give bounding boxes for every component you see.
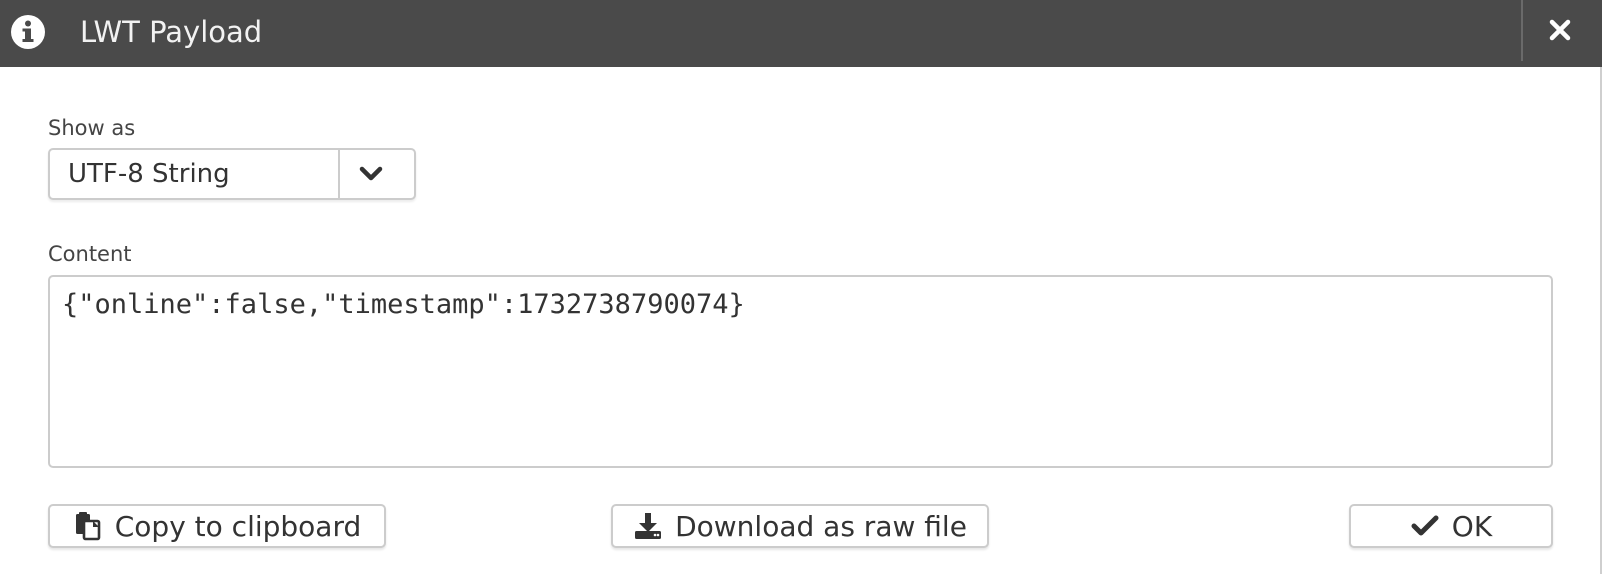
dialog-titlebar: LWT Payload (0, 0, 1602, 67)
close-icon (1549, 19, 1571, 46)
info-icon (10, 14, 46, 50)
content-textarea[interactable]: {"online":false,"timestamp":173273879007… (48, 275, 1553, 468)
download-raw-file-button[interactable]: Download as raw file (611, 504, 989, 548)
close-button[interactable] (1542, 14, 1578, 50)
lwt-payload-dialog: LWT Payload Show as UTF-8 String Content… (0, 0, 1602, 574)
check-icon (1410, 511, 1440, 541)
copy-to-clipboard-button[interactable]: Copy to clipboard (48, 504, 386, 548)
dialog-title: LWT Payload (80, 15, 263, 49)
titlebar-divider (1521, 0, 1523, 61)
content-label: Content (48, 242, 132, 266)
download-button-label: Download as raw file (675, 509, 967, 543)
show-as-selected-value: UTF-8 String (68, 159, 230, 189)
show-as-label: Show as (48, 116, 136, 140)
chevron-down-icon[interactable] (356, 160, 386, 188)
download-icon (633, 511, 663, 541)
clipboard-icon (73, 511, 103, 541)
select-divider (338, 150, 340, 198)
ok-button[interactable]: OK (1349, 504, 1553, 548)
copy-button-label: Copy to clipboard (114, 509, 362, 543)
ok-button-label: OK (1451, 509, 1493, 543)
show-as-select[interactable]: UTF-8 String (48, 148, 416, 200)
